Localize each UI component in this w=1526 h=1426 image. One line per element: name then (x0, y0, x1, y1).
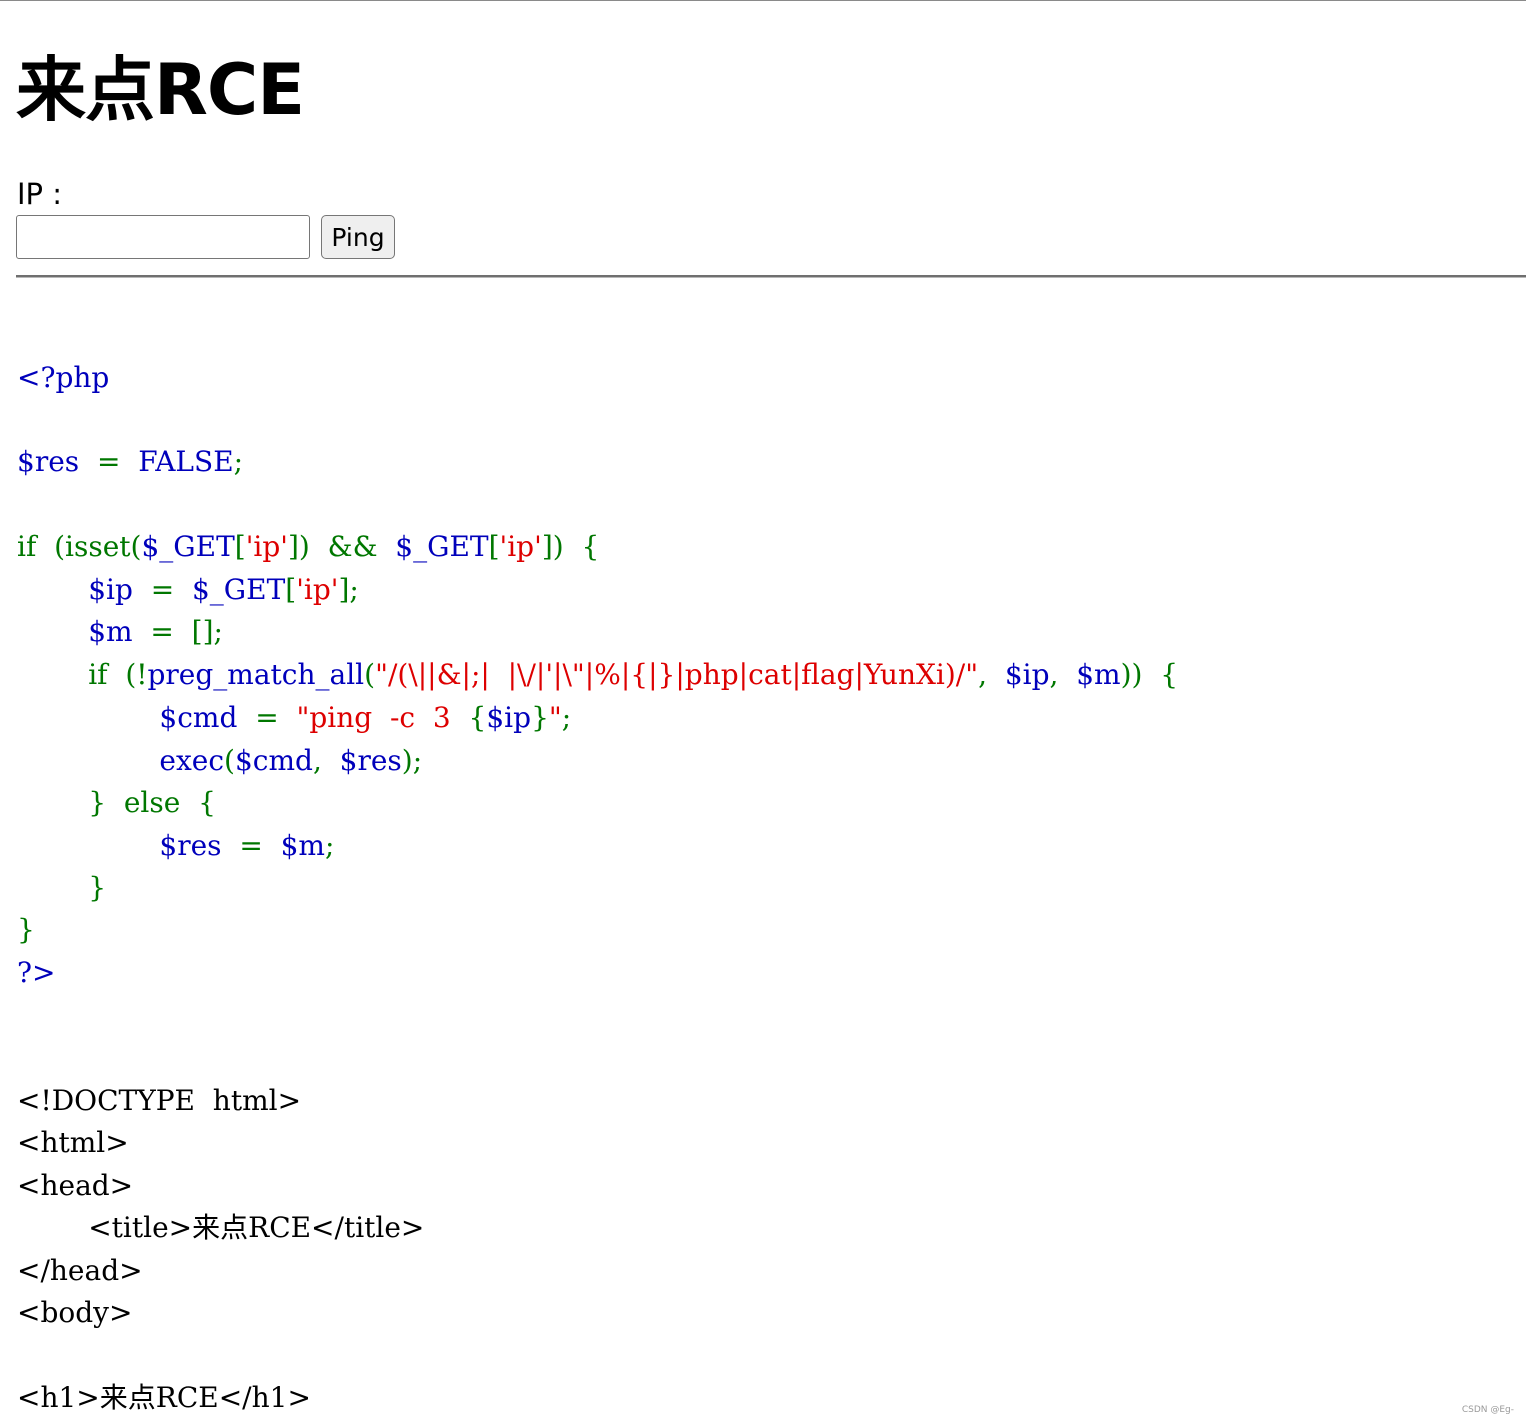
code-token: = (132, 573, 192, 606)
code-token: $res (159, 829, 222, 862)
code-token: exec (159, 744, 225, 777)
code-token: 'ip' (499, 530, 542, 563)
code-token: $m (88, 615, 133, 648)
horizontal-rule (16, 275, 1526, 278)
code-token: <html> (17, 1126, 129, 1159)
code-token: { (468, 701, 487, 734)
code-token: " (548, 701, 562, 734)
code-token: = (79, 445, 139, 478)
code-token: } (17, 913, 35, 946)
code-token: ( (364, 658, 376, 691)
code-token: </head> (17, 1254, 143, 1287)
code-token: 'ip' (245, 530, 288, 563)
code-token: ( (224, 744, 235, 777)
code-line: ?> (17, 955, 55, 991)
ping-button[interactable]: Ping (321, 215, 395, 259)
code-token: <?php (17, 361, 110, 394)
code-token: <h1>来点RCE</h1> (17, 1381, 311, 1414)
code-token: $cmd (234, 744, 313, 777)
code-token: ; (561, 701, 572, 734)
code-token: ]) && (288, 530, 396, 563)
code-token: $_GET (395, 530, 489, 563)
code-token: $res (339, 744, 402, 777)
code-line: </head> (17, 1253, 143, 1289)
code-line: exec($cmd, $res); (17, 743, 422, 779)
code-token: [ (488, 530, 500, 563)
top-border (0, 0, 1526, 1)
code-line: $res = $m; (17, 828, 334, 864)
code-line: <?php (17, 360, 109, 396)
code-token: preg_match_all (147, 658, 365, 691)
code-token: <body> (17, 1296, 133, 1329)
code-token: ; (233, 445, 244, 478)
code-line: <h1>来点RCE</h1> (17, 1380, 311, 1416)
code-line: $m = []; (17, 614, 223, 650)
code-token: $res (17, 445, 80, 478)
code-token: } else { (17, 786, 216, 819)
code-line: if (isset($_GET['ip']) && $_GET['ip']) { (17, 529, 599, 565)
code-token: $m (280, 829, 325, 862)
code-line: <title>来点RCE</title> (17, 1210, 424, 1246)
code-line: <head> (17, 1168, 133, 1204)
code-token: ?> (17, 956, 56, 989)
code-line: if (!preg_match_all("/(\||&|;| |\/|'|\"|… (17, 657, 1178, 693)
code-token: $ip (88, 573, 133, 606)
code-line: <html> (17, 1125, 129, 1161)
code-token: $m (1076, 658, 1121, 691)
code-token: ; (324, 829, 335, 862)
code-token: "/(\||&|;| |\/|'|\"|%|{|}|php|cat|flag|Y… (375, 658, 979, 691)
code-line: <!DOCTYPE html> (17, 1083, 301, 1119)
code-line: $cmd = "ping -c 3 {$ip}"; (17, 700, 571, 736)
ip-label: IP : (17, 177, 63, 211)
code-token: )) { (1120, 658, 1179, 691)
code-line: } (17, 870, 106, 906)
ip-input[interactable] (16, 215, 310, 259)
watermark: CSDN @Eg- (1461, 1405, 1514, 1415)
code-line: $ip = $_GET['ip']; (17, 572, 359, 608)
code-token: $_GET (191, 573, 286, 606)
code-token: 'ip' (296, 573, 339, 606)
code-token: <title>来点RCE</title> (17, 1211, 425, 1244)
code-line: <body> (17, 1295, 132, 1331)
code-token: ); (401, 744, 423, 777)
code-token: ]) { (541, 530, 600, 563)
code-token: , (312, 744, 340, 777)
page-title: 来点RCE (16, 49, 305, 131)
code-token: [ (234, 530, 246, 563)
code-token: } (531, 701, 549, 734)
code-token: ]; (338, 573, 359, 606)
code-line: } (17, 912, 35, 948)
code-token: [ (285, 573, 297, 606)
code-token: if (! (17, 658, 148, 691)
code-token: <!DOCTYPE html> (17, 1084, 302, 1117)
code-token: <head> (17, 1169, 134, 1202)
code-token: $ip (486, 701, 532, 734)
code-line: } else { (17, 785, 216, 821)
code-token: if (isset( (17, 530, 142, 563)
code-token: FALSE (138, 445, 234, 478)
code-token: "ping -c 3 (296, 701, 469, 734)
code-token: = (237, 701, 297, 734)
code-token: = (221, 829, 281, 862)
code-token: $cmd (159, 701, 238, 734)
code-token: } (17, 871, 107, 904)
code-line: $res = FALSE; (17, 444, 243, 480)
code-token: , (1049, 658, 1077, 691)
code-token: $_GET (141, 530, 235, 563)
code-token: $ip (1004, 658, 1050, 691)
code-token: , (978, 658, 1005, 691)
code-token: = []; (132, 615, 223, 648)
